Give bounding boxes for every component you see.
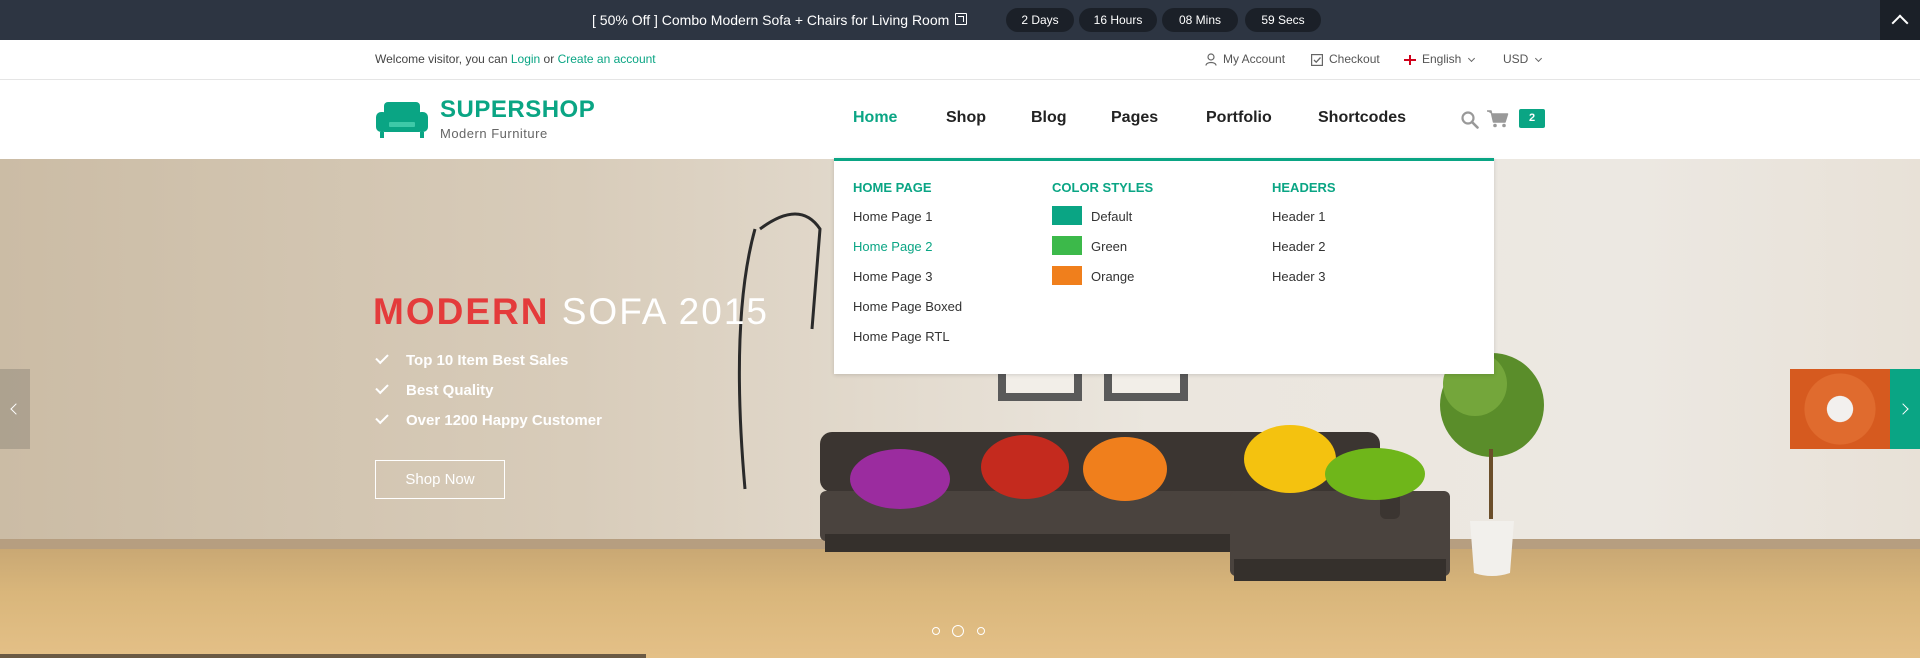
color-swatch-orange[interactable]	[1052, 266, 1082, 285]
sofa-logo-icon[interactable]	[375, 100, 429, 140]
menu-link-color-default[interactable]: Default	[1091, 209, 1132, 224]
language-selector[interactable]: English	[1404, 40, 1476, 79]
check-icon	[375, 350, 389, 365]
create-account-link[interactable]: Create an account	[558, 52, 656, 66]
menu-heading-color-styles: COLOR STYLES	[1052, 180, 1154, 195]
nav-shortcodes[interactable]: Shortcodes	[1318, 109, 1406, 127]
or-text: or	[540, 52, 558, 66]
shopping-cart-icon[interactable]	[1487, 110, 1509, 128]
welcome-text: Welcome visitor, you can	[375, 52, 511, 66]
countdown-days: 2 Days	[1006, 8, 1074, 32]
menu-link-home-page-1[interactable]: Home Page 1	[853, 209, 933, 224]
shop-now-button[interactable]: Shop Now	[375, 460, 505, 499]
search-icon[interactable]	[1461, 111, 1479, 129]
menu-link-color-green[interactable]: Green	[1091, 239, 1127, 254]
login-link[interactable]: Login	[511, 52, 540, 66]
nav-shop[interactable]: Shop	[946, 109, 986, 127]
external-link-icon[interactable]	[955, 13, 967, 25]
color-swatch-green[interactable]	[1052, 236, 1082, 255]
slider-next-button[interactable]	[1890, 369, 1920, 449]
brand-tagline: Modern Furniture	[440, 126, 548, 141]
main-header: SUPERSHOP Modern Furniture Home Shop Blo…	[0, 80, 1920, 159]
checkout-label: Checkout	[1329, 52, 1380, 66]
color-swatch-default[interactable]	[1052, 206, 1082, 225]
currency-label: USD	[1503, 52, 1529, 66]
hero-title: MODERN SOFA 2015	[373, 291, 769, 333]
promo-link[interactable]: [ 50% Off ] Combo Modern Sofa + Chairs f…	[592, 0, 949, 40]
currency-selector[interactable]: USD	[1503, 40, 1543, 79]
feature-text: Top 10 Item Best Sales	[406, 352, 569, 369]
checkbox-icon	[1311, 53, 1323, 66]
back-to-top-button[interactable]	[1880, 0, 1920, 40]
slider-dot-1[interactable]	[932, 627, 940, 635]
feature-text: Over 1200 Happy Customer	[406, 412, 602, 429]
menu-link-header-2[interactable]: Header 2	[1272, 239, 1325, 254]
welcome-message: Welcome visitor, you can Login or Create…	[375, 40, 656, 79]
top-links-bar: Welcome visitor, you can Login or Create…	[0, 40, 1920, 80]
countdown-secs: 59 Secs	[1245, 8, 1321, 32]
menu-link-color-orange[interactable]: Orange	[1091, 269, 1134, 284]
chevron-down-icon	[1468, 54, 1476, 63]
checkout-link[interactable]: Checkout	[1311, 40, 1380, 79]
check-icon	[375, 380, 389, 395]
language-label: English	[1422, 52, 1462, 66]
next-slide-thumbnail[interactable]	[1790, 369, 1890, 449]
promo-bar: [ 50% Off ] Combo Modern Sofa + Chairs f…	[0, 0, 1920, 40]
my-account-link[interactable]: My Account	[1205, 40, 1285, 79]
feature-item: Best Quality	[375, 380, 494, 399]
check-icon	[375, 410, 389, 425]
menu-link-header-1[interactable]: Header 1	[1272, 209, 1325, 224]
home-mega-menu: HOME PAGE Home Page 1 Home Page 2 Home P…	[834, 158, 1494, 374]
chevron-down-icon	[1535, 54, 1543, 63]
brand-name[interactable]: SUPERSHOP	[440, 96, 595, 124]
menu-link-home-page-boxed[interactable]: Home Page Boxed	[853, 299, 962, 314]
menu-heading-headers: HEADERS	[1272, 180, 1336, 195]
menu-link-header-3[interactable]: Header 3	[1272, 269, 1325, 284]
slider-progress-bar	[0, 654, 646, 658]
slider-prev-button[interactable]	[0, 369, 30, 449]
countdown-mins: 08 Mins	[1162, 8, 1238, 32]
slider-dot-2[interactable]	[952, 625, 964, 637]
hero-title-rest: SOFA 2015	[549, 291, 769, 332]
countdown-hours: 16 Hours	[1079, 8, 1157, 32]
nav-portfolio[interactable]: Portfolio	[1206, 109, 1272, 127]
feature-item: Over 1200 Happy Customer	[375, 410, 602, 429]
menu-link-home-page-3[interactable]: Home Page 3	[853, 269, 933, 284]
nav-blog[interactable]: Blog	[1031, 109, 1067, 127]
menu-link-home-page-2[interactable]: Home Page 2	[853, 239, 933, 254]
english-flag-icon	[1404, 54, 1416, 65]
menu-heading-home-page: HOME PAGE	[853, 180, 932, 195]
menu-link-home-page-rtl[interactable]: Home Page RTL	[853, 329, 950, 344]
nav-home[interactable]: Home	[853, 109, 897, 127]
my-account-label: My Account	[1223, 52, 1286, 66]
cart-count-badge[interactable]: 2	[1519, 109, 1545, 128]
feature-item: Top 10 Item Best Sales	[375, 350, 569, 369]
slider-dot-3[interactable]	[977, 627, 985, 635]
nav-pages[interactable]: Pages	[1111, 109, 1158, 127]
user-icon	[1205, 53, 1217, 67]
hero-title-highlight: MODERN	[373, 291, 550, 332]
feature-text: Best Quality	[406, 382, 494, 399]
